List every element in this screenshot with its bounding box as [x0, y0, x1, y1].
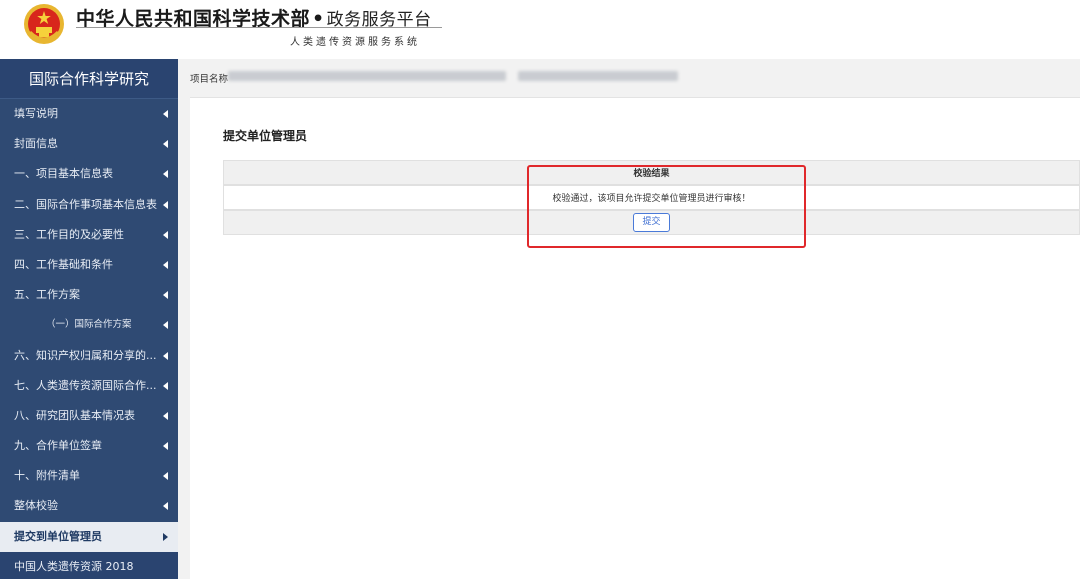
chevron-left-icon — [163, 200, 168, 209]
sidebar-item-label: 七、人类遗传资源国际合作... — [14, 378, 157, 392]
chevron-left-icon — [163, 291, 168, 300]
chevron-right-icon — [163, 532, 168, 541]
sidebar-item-label: 九、合作单位签章 — [14, 439, 102, 453]
chevron-left-icon — [163, 411, 168, 420]
sidebar-item-overall-check[interactable]: 整体校验 — [0, 491, 178, 521]
sidebar: 国际合作科学研究 填写说明 封面信息 一、项目基本信息表 二、国际合作事项基本信… — [0, 59, 178, 579]
sidebar-item-label: 五、工作方案 — [14, 288, 80, 302]
sidebar-item-label: 提交到单位管理员 — [14, 529, 102, 543]
sidebar-item-foundation[interactable]: 四、工作基础和条件 — [0, 250, 178, 280]
sidebar-item-intl-cooperation-info[interactable]: 二、国际合作事项基本信息表 — [0, 190, 178, 220]
redacted-project-name — [228, 71, 506, 81]
sidebar-item-label: （一）国际合作方案 — [46, 319, 132, 331]
chevron-left-icon — [163, 381, 168, 390]
sidebar-item-label: 中国人类遗传资源 2018 — [14, 559, 134, 573]
table-row: 提交 — [223, 210, 1080, 235]
result-message: 校验通过，该项目允许提交单位管理员进行审核！ — [552, 194, 751, 204]
sidebar-item-label: 四、工作基础和条件 — [14, 257, 113, 271]
sidebar-item-work-plan[interactable]: 五、工作方案 — [0, 280, 178, 310]
system-name: 人类遗传资源服务系统 — [290, 37, 420, 48]
redacted-project-name — [518, 71, 678, 81]
sidebar-item-signature[interactable]: 九、合作单位签章 — [0, 431, 178, 461]
breadcrumb: 项目名称 — [190, 74, 229, 85]
chevron-left-icon — [163, 472, 168, 481]
page-title: 提交单位管理员 — [223, 129, 308, 143]
main-area: 项目名称 提交单位管理员 校验结果 校验通过，该项目允许提交单位管理员进行审核！… — [178, 59, 1080, 579]
brand-divider — [76, 27, 442, 28]
sidebar-title: 国际合作科学研究 — [0, 59, 178, 99]
sidebar-item-label: 八、研究团队基本情况表 — [14, 408, 135, 422]
chevron-left-icon — [163, 230, 168, 239]
sidebar-item-submit-admin[interactable]: 提交到单位管理员 — [0, 521, 178, 552]
sidebar-item-ip-sharing[interactable]: 六、知识产权归属和分享的... — [0, 341, 178, 371]
result-table: 校验结果 校验通过，该项目允许提交单位管理员进行审核！ 提交 — [223, 160, 1080, 235]
sidebar-item-purpose[interactable]: 三、工作目的及必要性 — [0, 220, 178, 250]
chevron-left-icon — [163, 442, 168, 451]
sidebar-item-label: 三、工作目的及必要性 — [14, 227, 124, 241]
chevron-left-icon — [163, 110, 168, 118]
national-emblem-icon — [24, 4, 64, 44]
content-panel: 提交单位管理员 校验结果 校验通过，该项目允许提交单位管理员进行审核！ 提交 — [190, 97, 1080, 579]
submit-button[interactable]: 提交 — [633, 213, 670, 232]
sidebar-item-label: 封面信息 — [14, 137, 58, 151]
sidebar-item-cover-info[interactable]: 封面信息 — [0, 129, 178, 159]
sidebar-item-label: 整体校验 — [14, 499, 58, 513]
sidebar-item-intl-plan[interactable]: （一）国际合作方案 — [0, 310, 178, 340]
sidebar-item-instructions[interactable]: 填写说明 — [0, 99, 178, 129]
table-header: 校验结果 — [223, 160, 1080, 185]
sidebar-item-team-info[interactable]: 八、研究团队基本情况表 — [0, 401, 178, 431]
app-header: 中华人民共和国科学技术部 • 政务服务平台 人类遗传资源服务系统 — [0, 0, 1080, 58]
chevron-left-icon — [163, 351, 168, 360]
sidebar-item-label: 填写说明 — [14, 107, 58, 120]
sidebar-item-label: 一、项目基本信息表 — [14, 167, 113, 181]
sidebar-item-label: 二、国际合作事项基本信息表 — [14, 197, 157, 211]
sidebar-item-label: 六、知识产权归属和分享的... — [14, 348, 157, 362]
sidebar-item-label: 十、附件清单 — [14, 469, 80, 483]
chevron-left-icon — [163, 170, 168, 179]
chevron-left-icon — [163, 260, 168, 269]
sidebar-item-project-basic-info[interactable]: 一、项目基本信息表 — [0, 159, 178, 189]
chevron-left-icon — [163, 140, 168, 149]
chevron-left-icon — [163, 502, 168, 511]
chevron-left-icon — [163, 321, 168, 330]
sidebar-item-attachments[interactable]: 十、附件清单 — [0, 461, 178, 491]
table-row: 校验通过，该项目允许提交单位管理员进行审核！ — [223, 185, 1080, 210]
sidebar-item-next[interactable]: 中国人类遗传资源 2018 — [0, 551, 178, 579]
sidebar-item-genetic-resources[interactable]: 七、人类遗传资源国际合作... — [0, 371, 178, 401]
